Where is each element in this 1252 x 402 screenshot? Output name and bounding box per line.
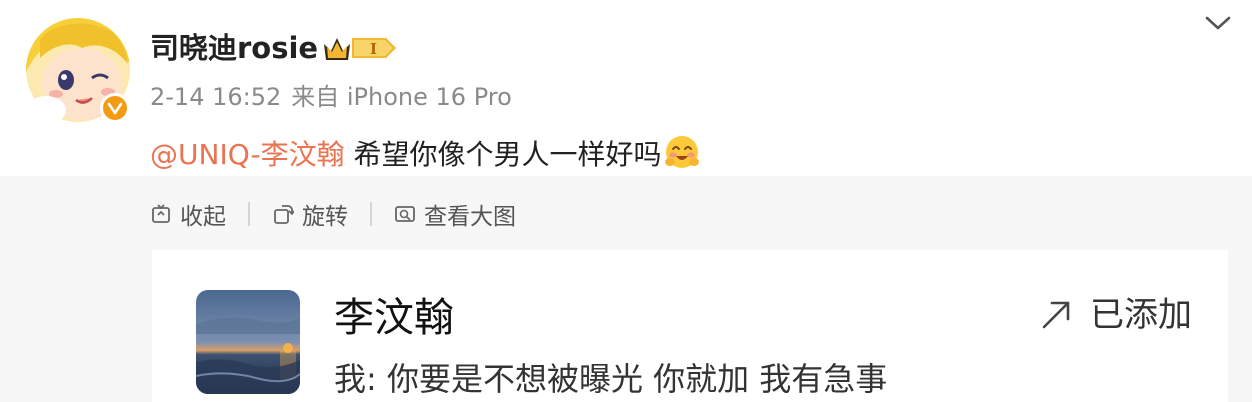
image-edge-fade <box>922 350 1228 402</box>
weibo-post: 司晓迪rosie I 2-14 16:52 来自 iPhone 16 Pro @U… <box>0 0 1252 402</box>
embedded-image[interactable]: 李汶翰 已添加 我: 你要是不想被曝光 你就加 我有急事 <box>152 250 1228 402</box>
contact-status: 已添加 <box>1038 290 1192 340</box>
contact-name: 李汶翰 <box>334 295 454 341</box>
collapse-icon <box>150 203 172 225</box>
arrow-up-right-icon <box>1038 297 1074 333</box>
view-large-icon <box>394 203 416 225</box>
rotate-icon <box>272 203 294 225</box>
collapse-label: 收起 <box>180 204 226 230</box>
chevron-down-icon[interactable] <box>1203 12 1233 34</box>
post-date: 2-14 16:52 <box>150 83 282 111</box>
smiling-blush-emoji-icon <box>664 134 700 170</box>
rotate-button[interactable]: 旋转 <box>272 197 348 231</box>
rotate-label: 旋转 <box>302 204 348 230</box>
post-body: @UNIQ-李汶翰 希望你像个男人一样好吗 <box>150 134 700 175</box>
vip-crown-icon[interactable]: I <box>322 32 398 64</box>
vip-level: I <box>370 40 377 58</box>
action-divider <box>370 202 372 226</box>
action-divider <box>248 202 250 226</box>
collapse-button[interactable]: 收起 <box>150 197 226 231</box>
view-large-label: 查看大图 <box>424 204 516 230</box>
author-name[interactable]: 司晓迪rosie <box>150 28 318 68</box>
post-source[interactable]: 来自 iPhone 16 Pro <box>291 83 512 111</box>
contact-status-label: 已添加 <box>1090 295 1192 335</box>
media-actions: 收起 旋转 查看大图 <box>150 196 516 232</box>
verified-badge-icon <box>100 93 130 123</box>
last-message: 我: 你要是不想被曝光 你就加 我有急事 <box>334 360 888 398</box>
mention-link[interactable]: @UNIQ-李汶翰 <box>150 138 345 171</box>
contact-avatar <box>196 290 300 394</box>
post-meta: 2-14 16:52 来自 iPhone 16 Pro <box>150 80 522 114</box>
post-body-text: 希望你像个男人一样好吗 <box>344 138 662 171</box>
view-large-button[interactable]: 查看大图 <box>394 197 516 231</box>
